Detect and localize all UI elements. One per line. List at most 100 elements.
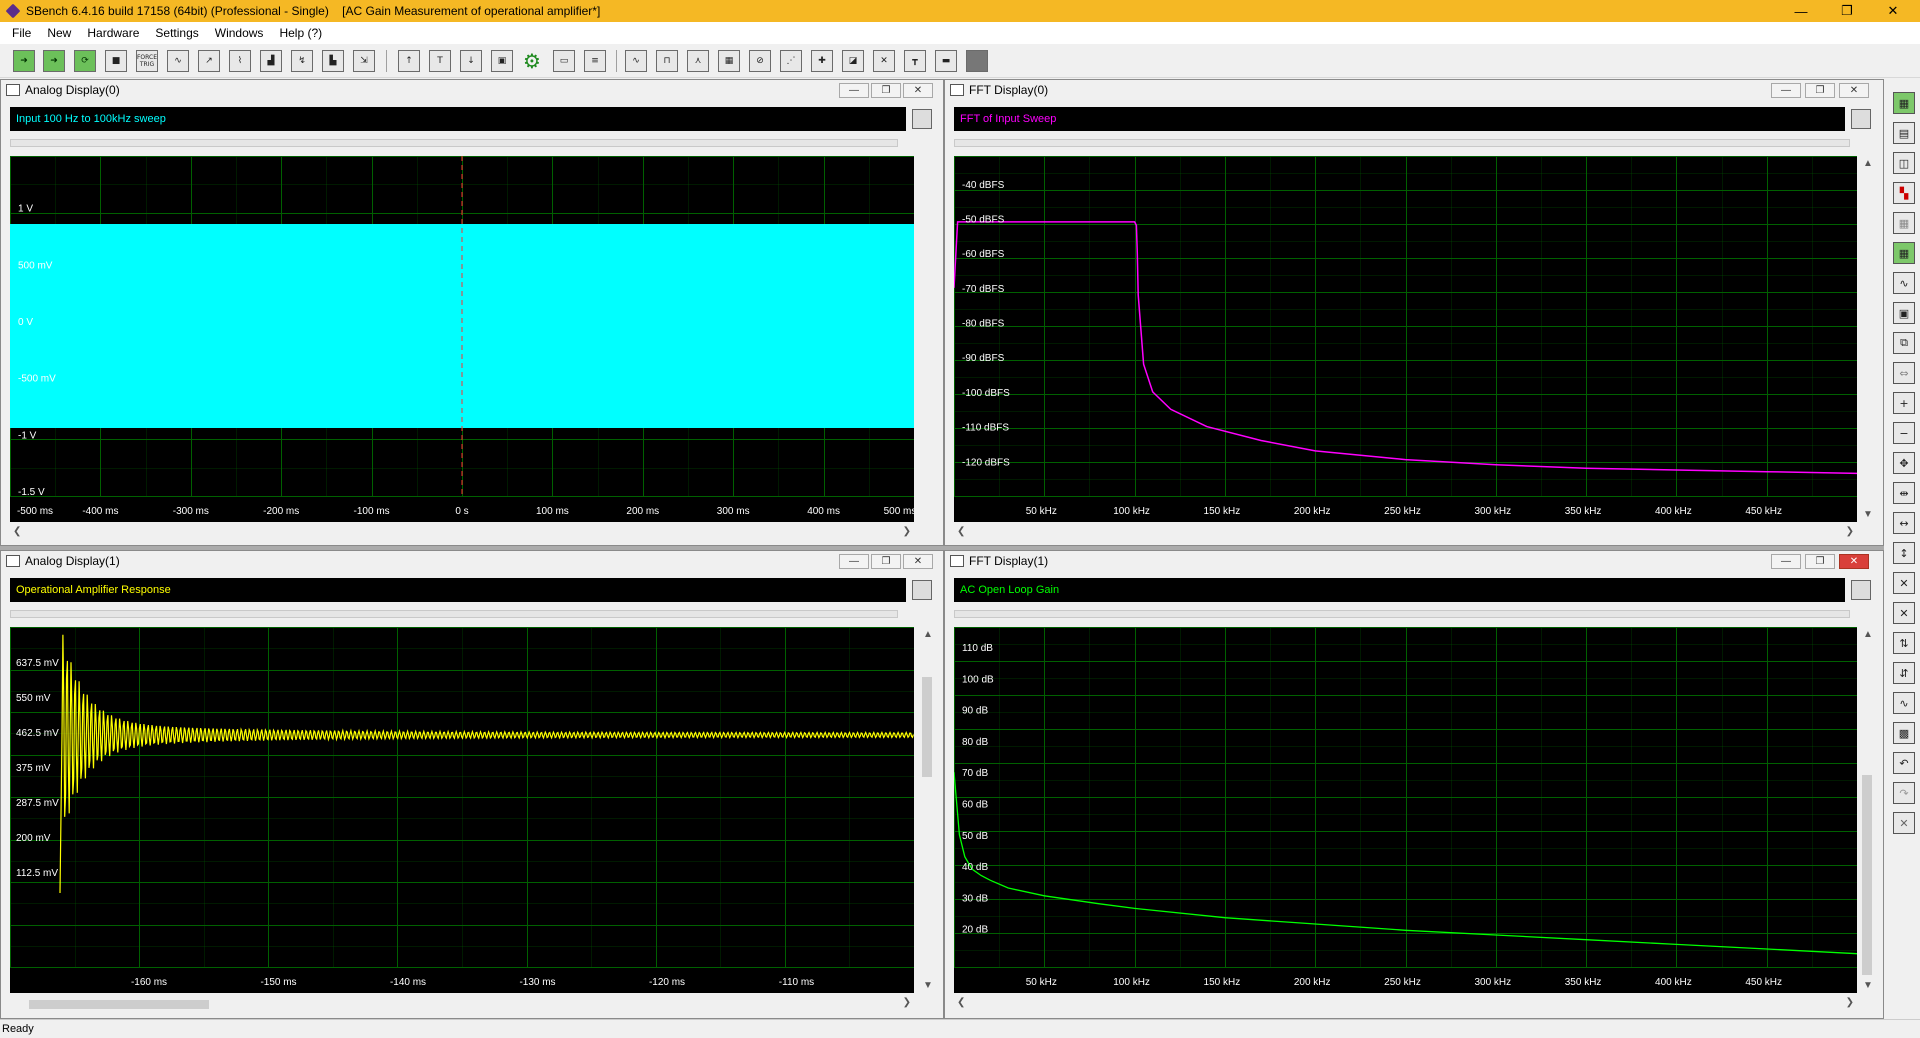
fft-display-1[interactable]: FFT Display(1) — ❐ ✕ AC Open Loop Gain 1… bbox=[944, 550, 1884, 1019]
sb-arrow-y-icon[interactable]: ⇅ bbox=[1893, 632, 1915, 654]
loop-icon[interactable]: ⟳ bbox=[74, 50, 96, 72]
scroll-left-icon[interactable]: ❮ bbox=[957, 997, 965, 1008]
analog-display-0[interactable]: Analog Display(0) — ❐ ✕ Input 100 Hz to … bbox=[0, 79, 944, 546]
calc-icon[interactable]: ↗ bbox=[198, 50, 220, 72]
sb-layout-icon[interactable]: ▩ bbox=[1893, 722, 1915, 744]
panel-maximize-button[interactable]: ❐ bbox=[871, 554, 901, 569]
play-icon[interactable]: ➜ bbox=[13, 50, 35, 72]
vertical-scrollbar[interactable]: ▲ ▼ bbox=[919, 627, 936, 993]
save-icon[interactable]: ▣ bbox=[491, 50, 513, 72]
fft-0-chart[interactable]: -40 dBFS -50 dBFS -60 dBFS -70 dBFS -80 dBFS… bbox=[953, 156, 1858, 522]
display-scatter-icon[interactable]: ⋰ bbox=[780, 50, 802, 72]
display-settings-icon[interactable] bbox=[912, 109, 932, 129]
sb-grid-icon[interactable]: ▦ bbox=[1893, 92, 1915, 114]
plot-area[interactable]: 637.5 mV 550 mV 462.5 mV 375 mV 287.5 mV 200 … bbox=[10, 627, 915, 993]
histogram-icon[interactable]: ▙ bbox=[322, 50, 344, 72]
scroll-left-icon[interactable]: ❮ bbox=[957, 526, 965, 537]
export-text-icon[interactable]: T bbox=[429, 50, 451, 72]
sb-frame-icon[interactable]: ▣ bbox=[1893, 302, 1915, 324]
grid-icon[interactable]: ✚ bbox=[811, 50, 833, 72]
scroll-up-icon[interactable]: ▲ bbox=[1863, 158, 1873, 169]
sb-redo-icon[interactable]: ↷ bbox=[1893, 782, 1915, 804]
scroll-up-icon[interactable]: ▲ bbox=[923, 629, 933, 640]
sb-cursor-icon[interactable]: ∿ bbox=[1893, 272, 1915, 294]
split-h-icon[interactable]: ┳ bbox=[904, 50, 926, 72]
analog-1-chart[interactable]: 637.5 mV 550 mV 462.5 mV 375 mV 287.5 mV 200 … bbox=[10, 627, 915, 993]
display-settings-icon[interactable] bbox=[1851, 109, 1871, 129]
display-settings-icon[interactable] bbox=[912, 580, 932, 600]
fft-display-0[interactable]: FFT Display(0) — ❐ ✕ FFT of Input Sweep … bbox=[944, 79, 1884, 546]
fft-1-chart[interactable]: 110 dB 100 dB 90 dB 80 dB 70 dB 60 dB 50 dB 40 … bbox=[953, 627, 1858, 993]
panel-minimize-button[interactable]: — bbox=[839, 83, 869, 98]
panel-close-button[interactable]: ✕ bbox=[1839, 554, 1869, 569]
display-grid-icon[interactable]: ▦ bbox=[718, 50, 740, 72]
sb-table-icon[interactable]: ▦ bbox=[1893, 212, 1915, 234]
cascade-icon[interactable]: ◪ bbox=[842, 50, 864, 72]
sb-green-table-icon[interactable]: ▦ bbox=[1893, 242, 1915, 264]
scroll-right-icon[interactable]: ❯ bbox=[1846, 526, 1854, 537]
calc-fft-icon[interactable]: ⌇ bbox=[229, 50, 251, 72]
window-icon[interactable]: ▭ bbox=[553, 50, 575, 72]
panel-maximize-button[interactable]: ❐ bbox=[1805, 83, 1835, 98]
sb-undo-icon[interactable]: ↶ bbox=[1893, 752, 1915, 774]
panel-minimize-button[interactable]: — bbox=[1771, 83, 1801, 98]
menu-new[interactable]: New bbox=[39, 26, 79, 40]
analog-display-1[interactable]: Analog Display(1) — ❐ ✕ Operational Ampl… bbox=[0, 550, 944, 1019]
scroll-right-icon[interactable]: ❯ bbox=[903, 997, 911, 1008]
play-next-icon[interactable]: ➜ bbox=[43, 50, 65, 72]
display-settings-icon[interactable] bbox=[1851, 580, 1871, 600]
calc-scale-icon[interactable]: ⇲ bbox=[353, 50, 375, 72]
plot-area[interactable]: 110 dB 100 dB 90 dB 80 dB 70 dB 60 dB 50 dB 40 … bbox=[953, 627, 1858, 993]
scroll-thumb[interactable] bbox=[29, 1000, 209, 1009]
vertical-scrollbar[interactable]: ▲ ▼ bbox=[1859, 156, 1876, 522]
sb-zoom-v-icon[interactable]: ↕ bbox=[1893, 542, 1915, 564]
restore-button[interactable]: ❐ bbox=[1824, 0, 1870, 22]
calc-spectrum-icon[interactable]: ▟ bbox=[260, 50, 282, 72]
scroll-down-icon[interactable]: ▼ bbox=[1863, 980, 1873, 991]
scroll-thumb[interactable] bbox=[1862, 775, 1872, 975]
sb-wave-icon[interactable]: ∿ bbox=[1893, 692, 1915, 714]
sb-copy-icon[interactable]: ⧉ bbox=[1893, 332, 1915, 354]
sb-close-icon[interactable]: ✕ bbox=[1893, 812, 1915, 834]
panel-minimize-button[interactable]: — bbox=[839, 554, 869, 569]
sb-zoom-reset-icon[interactable]: ✕ bbox=[1893, 602, 1915, 624]
stop-icon[interactable]: ■ bbox=[105, 50, 127, 72]
horizontal-scrollbar[interactable]: ❮ ❯ bbox=[10, 525, 914, 542]
scroll-down-icon[interactable]: ▼ bbox=[1863, 509, 1873, 520]
menu-settings[interactable]: Settings bbox=[147, 26, 206, 40]
menu-file[interactable]: File bbox=[4, 26, 39, 40]
split-v-icon[interactable]: ▬ bbox=[935, 50, 957, 72]
force-trigger-icon[interactable]: FORCE TRIG bbox=[136, 50, 158, 72]
menu-windows[interactable]: Windows bbox=[207, 26, 272, 40]
menu-hardware[interactable]: Hardware bbox=[79, 26, 147, 40]
scroll-left-icon[interactable]: ❮ bbox=[13, 526, 21, 537]
horizontal-scrollbar[interactable]: ❮ ❯ bbox=[954, 525, 1857, 542]
display-digital-icon[interactable]: ⊓ bbox=[656, 50, 678, 72]
fullscreen-icon[interactable] bbox=[966, 50, 988, 72]
horizontal-scrollbar[interactable]: ❮ ❯ bbox=[954, 996, 1857, 1013]
export-icon[interactable]: ↑ bbox=[398, 50, 420, 72]
scroll-right-icon[interactable]: ❯ bbox=[1846, 997, 1854, 1008]
minimize-button[interactable]: — bbox=[1778, 0, 1824, 22]
window-list-icon[interactable]: ≡ bbox=[584, 50, 606, 72]
analog-0-chart[interactable]: 1.5 V 1 V 500 mV 0 V -500 mV -1 V -1.5 V -500 m… bbox=[10, 147, 916, 522]
scroll-right-icon[interactable]: ❯ bbox=[903, 526, 911, 537]
sb-zoom-h-icon[interactable]: ↔ bbox=[1893, 512, 1915, 534]
panel-maximize-button[interactable]: ❐ bbox=[1805, 554, 1835, 569]
panel-maximize-button[interactable]: ❐ bbox=[871, 83, 901, 98]
display-xy-icon[interactable]: ⊘ bbox=[749, 50, 771, 72]
sb-book-icon[interactable]: ◫ bbox=[1893, 152, 1915, 174]
sb-arrow-y2-icon[interactable]: ⇵ bbox=[1893, 662, 1915, 684]
display-analog-icon[interactable]: ∿ bbox=[625, 50, 647, 72]
panel-close-button[interactable]: ✕ bbox=[903, 83, 933, 98]
scroll-up-icon[interactable]: ▲ bbox=[1863, 629, 1873, 640]
sb-zoom-x-icon[interactable]: ⇹ bbox=[1893, 482, 1915, 504]
close-all-icon[interactable]: ✕ bbox=[873, 50, 895, 72]
math-icon[interactable]: ∿ bbox=[167, 50, 189, 72]
import-icon[interactable]: ↓ bbox=[460, 50, 482, 72]
sb-hide-icon[interactable]: ▤ bbox=[1893, 122, 1915, 144]
menu-help[interactable]: Help (?) bbox=[271, 26, 330, 40]
panel-minimize-button[interactable]: — bbox=[1771, 554, 1801, 569]
vertical-scrollbar[interactable]: ▲ ▼ bbox=[1859, 627, 1876, 993]
settings-gear-icon[interactable]: ⚙ bbox=[521, 49, 543, 73]
